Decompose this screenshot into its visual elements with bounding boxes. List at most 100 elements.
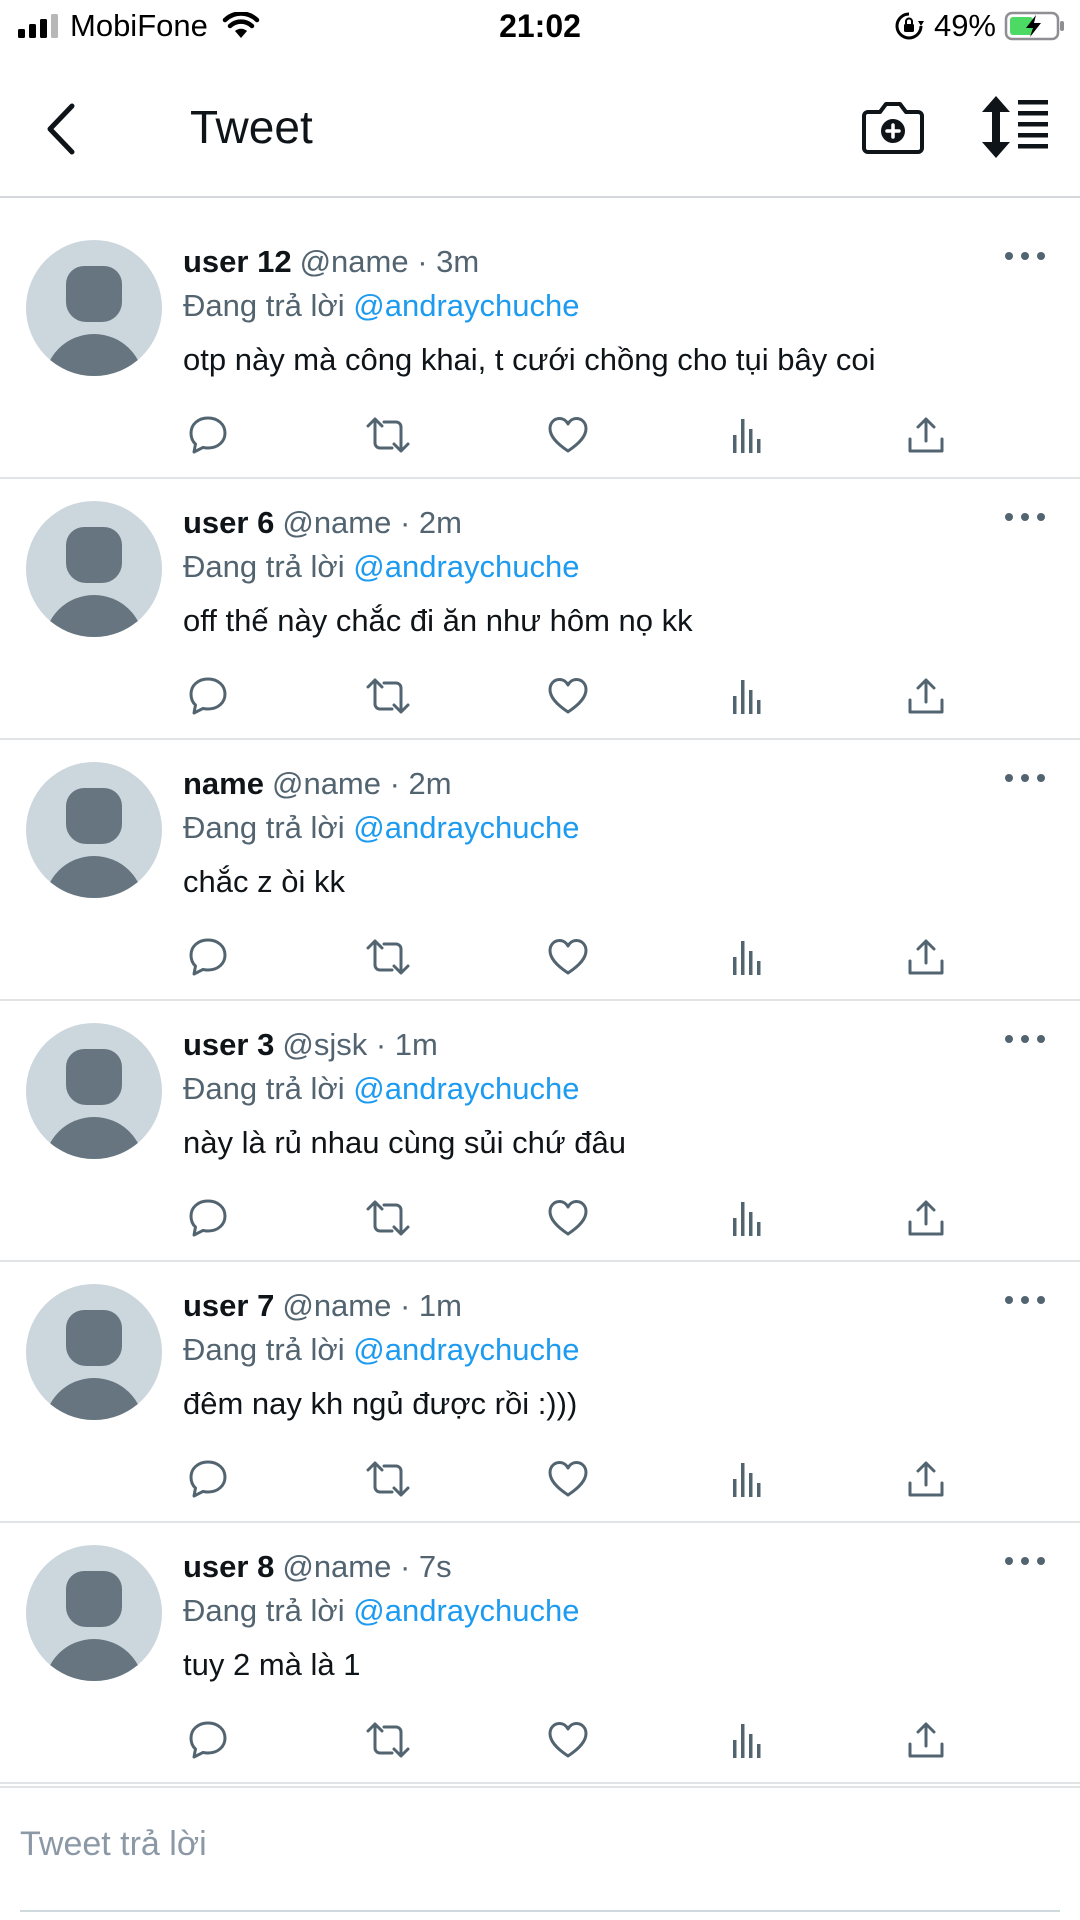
tweet-actions — [183, 1715, 963, 1765]
tweet-text: chắc z òi kk — [183, 864, 345, 899]
retweet-button[interactable] — [363, 932, 413, 982]
status-bar: MobiFone 21:02 49% — [0, 0, 1080, 54]
tweet-row[interactable]: user 7 @name · 1m Đang trả lời @andraychu… — [0, 1262, 1080, 1523]
replying-to-handle[interactable]: @andraychuche — [353, 810, 579, 845]
share-button[interactable] — [901, 671, 951, 721]
replying-to: Đang trả lời @andraychuche — [183, 1593, 579, 1629]
replying-to-label: Đang trả lời — [183, 1332, 345, 1367]
share-button[interactable] — [901, 1715, 951, 1765]
stats-button[interactable] — [723, 1715, 773, 1765]
camera-plus-icon — [862, 102, 924, 154]
heart-icon — [548, 1200, 588, 1236]
replying-to: Đang trả lời @andraychuche — [183, 288, 579, 324]
stats-button[interactable] — [723, 410, 773, 460]
replying-to-label: Đang trả lời — [183, 1071, 345, 1106]
tweet-row[interactable]: user 3 @sjsk · 1m Đang trả lời @andraychu… — [0, 1001, 1080, 1262]
tweet-author-name[interactable]: user 7 — [183, 1288, 274, 1323]
avatar[interactable] — [26, 1284, 162, 1420]
reply-icon — [189, 1199, 227, 1237]
reply-button[interactable] — [183, 1715, 233, 1765]
share-icon — [908, 939, 944, 975]
stats-icon — [733, 941, 761, 975]
reply-button[interactable] — [183, 410, 233, 460]
tweet-author-name[interactable]: user 3 — [183, 1027, 274, 1062]
back-button[interactable] — [36, 94, 86, 164]
retweet-button[interactable] — [363, 410, 413, 460]
chevron-left-icon — [47, 103, 75, 155]
stats-button[interactable] — [723, 1193, 773, 1243]
retweet-button[interactable] — [363, 671, 413, 721]
like-button[interactable] — [543, 932, 593, 982]
replying-to-handle[interactable]: @andraychuche — [353, 1071, 579, 1106]
reply-composer — [0, 1786, 1080, 1920]
share-icon — [908, 1722, 944, 1758]
more-options-icon[interactable] — [1005, 768, 1045, 788]
tweet-actions — [183, 1193, 963, 1243]
tweet-row[interactable]: user 6 @name · 2m Đang trả lời @andraychu… — [0, 479, 1080, 740]
tweet-row[interactable]: name @name · 2m Đang trả lời @andraychuch… — [0, 740, 1080, 1001]
camera-button[interactable] — [860, 94, 926, 160]
battery-icon — [1004, 11, 1064, 41]
tweet-row[interactable]: user 8 @name · 7s Đang trả lời @andraychu… — [0, 1523, 1080, 1784]
reply-button[interactable] — [183, 932, 233, 982]
stats-button[interactable] — [723, 1454, 773, 1504]
more-options-icon[interactable] — [1005, 1551, 1045, 1571]
like-button[interactable] — [543, 671, 593, 721]
like-button[interactable] — [543, 1715, 593, 1765]
avatar[interactable] — [26, 762, 162, 898]
replying-to: Đang trả lời @andraychuche — [183, 549, 579, 585]
heart-icon — [548, 678, 588, 714]
tweet-text: off thế này chắc đi ăn như hôm nọ kk — [183, 603, 693, 638]
tweet-author-name[interactable]: user 12 — [183, 244, 292, 279]
stats-button[interactable] — [723, 671, 773, 721]
avatar[interactable] — [26, 240, 162, 376]
avatar[interactable] — [26, 1023, 162, 1159]
tweet-author-name[interactable]: user 6 — [183, 505, 274, 540]
tweet-handle-time: @name · 1m — [282, 1288, 462, 1323]
status-right: 49% — [894, 8, 1066, 44]
share-button[interactable] — [901, 1193, 951, 1243]
tweet-actions — [183, 1454, 963, 1504]
share-icon — [908, 417, 944, 453]
tweet-handle-time: @name · 2m — [282, 505, 462, 540]
nav-bar: Tweet — [0, 54, 1080, 198]
replying-to-handle[interactable]: @andraychuche — [353, 1593, 579, 1628]
tweet-author-name[interactable]: name — [183, 766, 264, 801]
sort-button[interactable] — [980, 94, 1052, 160]
stats-icon — [733, 1202, 761, 1236]
replying-to-handle[interactable]: @andraychuche — [353, 288, 579, 323]
share-button[interactable] — [901, 932, 951, 982]
like-button[interactable] — [543, 1193, 593, 1243]
replying-to-label: Đang trả lời — [183, 810, 345, 845]
reply-button[interactable] — [183, 1193, 233, 1243]
retweet-button[interactable] — [363, 1193, 413, 1243]
replying-to-handle[interactable]: @andraychuche — [353, 1332, 579, 1367]
more-options-icon[interactable] — [1005, 246, 1045, 266]
share-button[interactable] — [901, 1454, 951, 1504]
reply-button[interactable] — [183, 671, 233, 721]
tweet-row[interactable]: user 12 @name · 3m Đang trả lời @andraych… — [0, 218, 1080, 479]
retweet-button[interactable] — [363, 1454, 413, 1504]
more-options-icon[interactable] — [1005, 1290, 1045, 1310]
reply-input[interactable] — [20, 1814, 1060, 1874]
like-button[interactable] — [543, 410, 593, 460]
tweet-header: name @name · 2m — [183, 766, 452, 802]
more-options-icon[interactable] — [1005, 507, 1045, 527]
avatar[interactable] — [26, 1545, 162, 1681]
reply-button[interactable] — [183, 1454, 233, 1504]
share-button[interactable] — [901, 410, 951, 460]
tweet-actions — [183, 671, 963, 721]
stats-icon — [733, 1463, 761, 1497]
retweet-button[interactable] — [363, 1715, 413, 1765]
stats-button[interactable] — [723, 932, 773, 982]
more-options-icon[interactable] — [1005, 1029, 1045, 1049]
tweet-header: user 6 @name · 2m — [183, 505, 462, 541]
replying-to-handle[interactable]: @andraychuche — [353, 549, 579, 584]
reply-divider — [20, 1910, 1060, 1912]
tweet-author-name[interactable]: user 8 — [183, 1549, 274, 1584]
reply-icon — [189, 677, 227, 715]
avatar[interactable] — [26, 501, 162, 637]
like-button[interactable] — [543, 1454, 593, 1504]
retweet-icon — [366, 939, 410, 975]
page-title: Tweet — [190, 101, 313, 153]
